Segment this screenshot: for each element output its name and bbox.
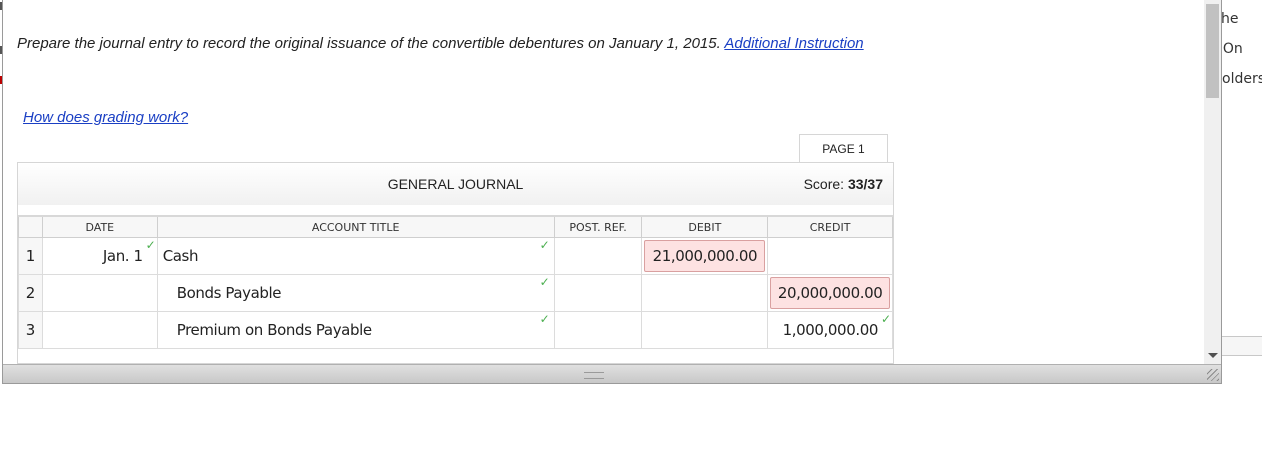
debit-column-header: DEBIT	[641, 215, 769, 238]
score-label: Score:	[803, 176, 848, 192]
dialog-content: Prepare the journal entry to record the …	[3, 0, 1205, 364]
check-icon: ✓	[539, 275, 550, 289]
account-title-value: Premium on Bonds Payable	[176, 321, 372, 339]
score-display: Score: 33/37	[804, 176, 883, 192]
check-icon: ✓	[539, 312, 550, 326]
check-icon: ✓	[145, 238, 156, 252]
check-icon: ✓	[880, 312, 891, 326]
account-title-value: Cash	[162, 247, 199, 265]
row-number: 3	[18, 311, 43, 349]
debit-cell[interactable]	[641, 311, 769, 349]
table-row: 3 Premium on Bonds Payable ✓ 1,000,000.0…	[18, 311, 893, 349]
date-column-header: DATE	[41, 215, 158, 238]
table-row: 1 Jan. 1 ✓ Cash ✓ 21,000,000.00	[18, 237, 893, 275]
journal-table: DATE ACCOUNT TITLE POST. REF. DEBIT CRED…	[18, 215, 893, 349]
date-value: Jan. 1	[102, 247, 143, 265]
credit-column-header: CREDIT	[767, 215, 893, 238]
resize-grip-icon[interactable]	[1207, 369, 1219, 381]
score-value: 33/37	[847, 176, 883, 192]
instruction-body: Prepare the journal entry to record the …	[17, 35, 725, 52]
credit-cell[interactable]	[767, 237, 893, 275]
post-ref-cell[interactable]	[553, 311, 643, 349]
check-icon: ✓	[539, 238, 550, 252]
dialog-footer	[3, 364, 1221, 383]
journal-header: GENERAL JOURNAL Score: 33/37	[18, 163, 893, 205]
post-ref-cell[interactable]	[553, 237, 643, 275]
journal-dialog: Prepare the journal entry to record the …	[2, 0, 1222, 384]
account-title-cell[interactable]: Cash ✓	[156, 237, 555, 275]
post-ref-cell[interactable]	[553, 274, 643, 312]
page-tab[interactable]: PAGE 1	[799, 134, 888, 163]
date-cell[interactable]	[41, 311, 158, 349]
account-title-value: Bonds Payable	[176, 284, 282, 302]
instruction-text: Prepare the journal entry to record the …	[17, 35, 864, 52]
background-text-fragment: olders	[1222, 71, 1262, 87]
credit-value: 20,000,000.00	[777, 284, 883, 302]
post-ref-column-header: POST. REF.	[553, 215, 643, 238]
date-cell[interactable]: Jan. 1 ✓	[41, 237, 158, 275]
vertical-scrollbar[interactable]	[1204, 0, 1221, 364]
debit-value: 21,000,000.00	[652, 247, 758, 265]
debit-cell[interactable]	[641, 274, 769, 312]
account-title-cell[interactable]: Premium on Bonds Payable ✓	[156, 311, 555, 349]
row-number: 1	[18, 237, 43, 275]
how-grading-works-link[interactable]: How does grading work?	[23, 109, 188, 126]
background-text-fragment: he	[1221, 11, 1239, 27]
table-row: 2 Bonds Payable ✓ 20,000,000.00	[18, 274, 893, 312]
additional-instruction-link[interactable]: Additional Instruction	[724, 35, 863, 52]
scroll-down-arrow-icon[interactable]	[1208, 353, 1218, 358]
rownum-header	[18, 215, 43, 238]
table-header-row: DATE ACCOUNT TITLE POST. REF. DEBIT CRED…	[18, 215, 893, 238]
row-number: 2	[18, 274, 43, 312]
credit-cell[interactable]: 20,000,000.00	[767, 274, 893, 312]
account-title-cell[interactable]: Bonds Payable ✓	[156, 274, 555, 312]
general-journal: GENERAL JOURNAL Score: 33/37 DATE ACCOUN…	[17, 162, 894, 364]
credit-value: 1,000,000.00	[782, 321, 879, 339]
drag-handle-icon[interactable]	[584, 372, 604, 379]
journal-title: GENERAL JOURNAL	[387, 176, 524, 192]
date-cell[interactable]	[41, 274, 158, 312]
background-divider	[1222, 336, 1262, 356]
debit-cell[interactable]: 21,000,000.00	[641, 237, 769, 275]
credit-cell[interactable]: 1,000,000.00 ✓	[767, 311, 893, 349]
account-title-column-header: ACCOUNT TITLE	[156, 215, 555, 238]
scrollbar-thumb[interactable]	[1206, 4, 1219, 98]
